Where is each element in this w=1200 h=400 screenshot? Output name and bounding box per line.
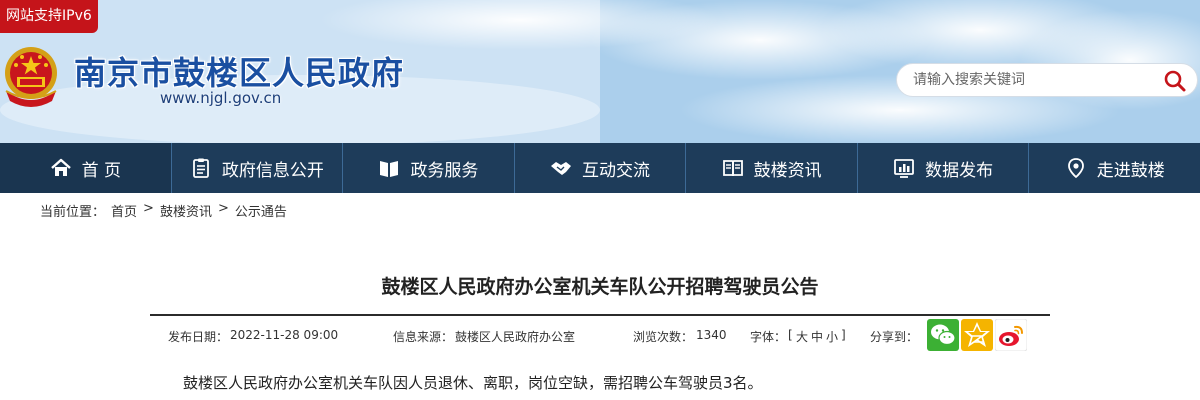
main-nav: 首 页 政府信息公开 政务服务 互动交流 鼓楼资讯 数据发布 走进鼓楼 [0,143,1200,193]
search-input[interactable] [913,64,1153,96]
article-title: 鼓楼区人民政府办公室机关车队公开招聘驾驶员公告 [381,276,819,298]
location-icon [1067,158,1084,179]
nav-item-gov-info[interactable]: 政府信息公开 [172,143,344,193]
search-icon[interactable] [1163,69,1187,93]
font-size-label: 字体： [750,330,787,344]
nav-item-about[interactable]: 走进鼓楼 [1029,143,1200,193]
chart-icon [894,159,915,178]
nav-item-data[interactable]: 数据发布 [858,143,1030,193]
search-box [896,63,1198,97]
title-divider [150,314,1050,316]
breadcrumb-news[interactable]: 鼓楼资讯 [160,201,212,220]
source: 鼓楼区人民政府办公室 [455,330,576,344]
ipv6-badge: 网站支持IPv6 [0,0,98,33]
nav-item-services[interactable]: 政务服务 [343,143,515,193]
nav-item-label: 首 页 [81,160,121,181]
nav-item-home[interactable]: 首 页 [0,143,172,193]
nav-item-label: 互动交流 [582,160,651,181]
breadcrumb-prefix: 当前位置： [40,205,106,220]
home-icon [50,158,71,176]
article-body-paragraph: 鼓楼区人民政府办公室机关车队因人员退休、离职，岗位空缺，需招聘公车驾驶员3名。 [183,374,763,392]
publish-date-label: 发布日期： [168,330,229,344]
font-size-bracket-close: ] [841,328,846,342]
publish-date: 2022-11-28 09:00 [230,328,339,342]
nav-item-label: 政府信息公开 [221,160,324,181]
document-icon [192,158,209,178]
source-label: 信息来源： [393,330,454,344]
font-size-bracket-open: [ [788,328,793,342]
qzone-icon[interactable] [961,319,993,351]
header-banner: 网站支持IPv6 南京市鼓楼区人民政府 www.njgl.gov.cn [0,0,1200,143]
share-label: 分享到： [870,330,919,344]
news-icon [722,160,743,177]
breadcrumb-separator: > [217,201,229,216]
breadcrumb-notices[interactable]: 公示通告 [235,201,287,220]
national-emblem-icon [5,47,57,107]
weibo-icon[interactable] [995,319,1027,351]
breadcrumb-home[interactable]: 首页 [111,201,137,220]
article-meta: 发布日期： 2022-11-28 09:00 信息来源： 鼓楼区人民政府办公室 … [168,326,1048,348]
nav-item-label: 走进鼓楼 [1096,160,1165,181]
nav-item-interaction[interactable]: 互动交流 [515,143,687,193]
handshake-icon [551,162,572,175]
site-title[interactable]: 南京市鼓楼区人民政府 [74,48,404,94]
font-size-large-button[interactable]: 大 [796,328,808,345]
font-size-medium-button[interactable]: 中 [811,328,823,345]
breadcrumb: 当前位置： 首页 > 鼓楼资讯 > 公示通告 [40,201,287,220]
nav-item-label: 数据发布 [925,160,994,181]
nav-item-label: 鼓楼资讯 [753,160,822,181]
font-size-small-button[interactable]: 小 [826,328,838,345]
nav-item-label: 政务服务 [410,160,479,181]
site-url: www.njgl.gov.cn [160,89,282,107]
views-count: 1340 [696,328,727,342]
nav-item-news[interactable]: 鼓楼资讯 [686,143,858,193]
wechat-icon[interactable] [927,319,959,351]
book-icon [380,161,399,177]
breadcrumb-separator: > [143,201,154,216]
views-label: 浏览次数： [633,330,694,344]
share-icons [927,319,1027,351]
